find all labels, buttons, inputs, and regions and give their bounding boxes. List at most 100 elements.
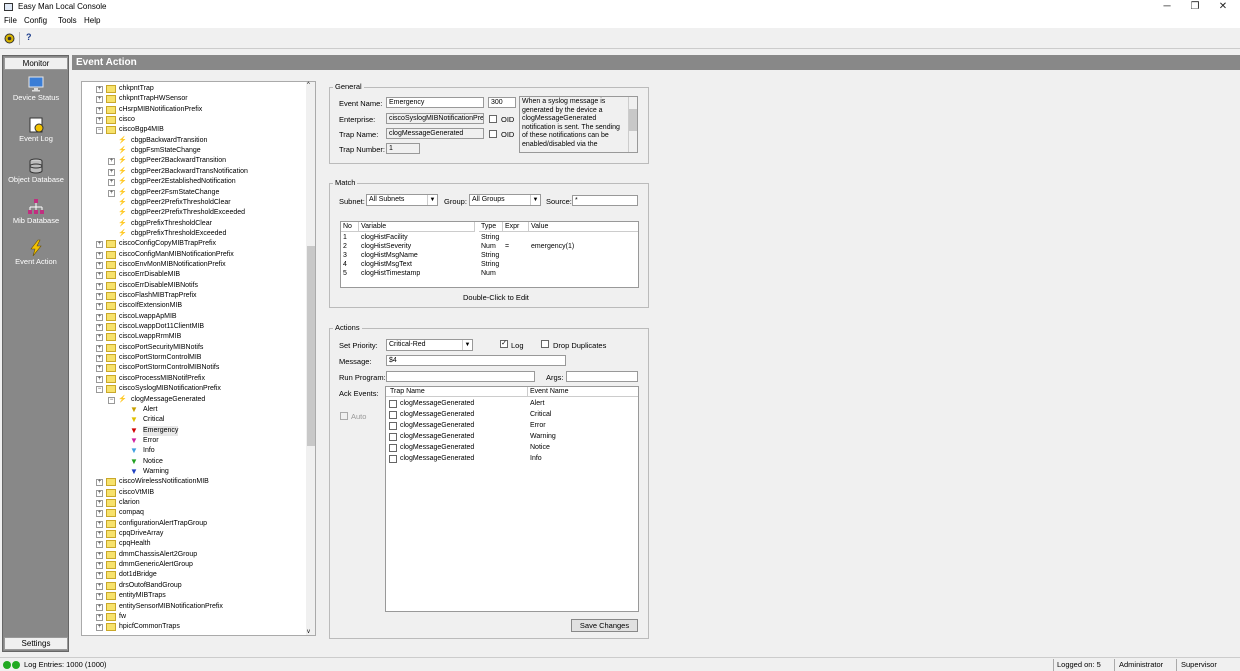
table-cell[interactable]: clogMessageGenerated: [398, 432, 528, 441]
maximize-button[interactable]: ❐: [1180, 0, 1210, 14]
tree-node[interactable]: ▼ Warning: [82, 467, 307, 477]
tree-node[interactable]: − ⚡ clogMessageGenerated: [82, 395, 307, 405]
table-cell[interactable]: Critical: [528, 410, 638, 419]
close-button[interactable]: ✕: [1208, 0, 1238, 14]
help-icon[interactable]: ?: [26, 32, 32, 42]
tree-node[interactable]: + chkpntTrapHWSensor: [82, 94, 307, 104]
tree-expander-icon[interactable]: +: [108, 168, 115, 176]
save-changes-button[interactable]: Save Changes: [571, 619, 638, 632]
event-name-field[interactable]: Emergency: [386, 97, 484, 108]
log-checkbox[interactable]: ✓: [500, 340, 508, 348]
table-cell[interactable]: String: [479, 251, 503, 260]
minimize-button[interactable]: ─: [1152, 0, 1182, 14]
tree-node[interactable]: + ciscoLwappRrmMIB: [82, 332, 307, 342]
tree-node[interactable]: ⚡ cbgpBackwardTransition: [82, 136, 307, 146]
table-cell[interactable]: 3: [341, 251, 359, 260]
tree-expander-icon[interactable]: +: [96, 624, 103, 632]
tree-expander-icon[interactable]: +: [96, 313, 103, 321]
menu-help[interactable]: Help: [84, 16, 100, 25]
table-cell[interactable]: Num: [479, 242, 503, 251]
tree-node[interactable]: + dmmChassisAlert2Group: [82, 550, 307, 560]
table-cell[interactable]: [529, 233, 638, 242]
table-cell[interactable]: =: [503, 242, 529, 251]
auto-checkbox[interactable]: [340, 412, 348, 420]
match-variable-table[interactable]: No Variable Type Expr Value 1 clogHistFacility…: [340, 221, 639, 288]
tree-node[interactable]: + ciscoPortStormControlMIBNotifs: [82, 363, 307, 373]
table-cell[interactable]: [503, 233, 529, 242]
ack-event-checkbox[interactable]: [389, 433, 397, 441]
table-header[interactable]: Trap Name: [386, 387, 528, 397]
tree-node[interactable]: + cpqHealth: [82, 539, 307, 549]
tree-expander-icon[interactable]: +: [96, 541, 103, 549]
tree-expander-icon[interactable]: −: [108, 396, 115, 404]
table-cell[interactable]: clogHistTimestamp: [359, 269, 475, 278]
tree-expander-icon[interactable]: +: [96, 365, 103, 373]
tree-expander-icon[interactable]: +: [96, 355, 103, 363]
nav-item-event-action[interactable]: Event Action: [3, 239, 69, 266]
tree-expander-icon[interactable]: +: [96, 375, 103, 383]
message-field[interactable]: $4: [386, 355, 566, 366]
event-id-field[interactable]: 300: [488, 97, 516, 108]
tree-node[interactable]: + compaq: [82, 508, 307, 518]
tree-expander-icon[interactable]: +: [96, 613, 103, 621]
tree-node[interactable]: ▼ Notice: [82, 457, 307, 467]
table-cell[interactable]: 1: [341, 233, 359, 242]
nav-item-device-status[interactable]: Device Status: [3, 75, 69, 102]
tree-expander-icon[interactable]: +: [96, 324, 103, 332]
tree-node[interactable]: + ciscoFlashMIBTrapPrefix: [82, 291, 307, 301]
tree-node[interactable]: + ⚡ cbgpPeer2FsmStateChange: [82, 188, 307, 198]
tree-expander-icon[interactable]: +: [96, 551, 103, 559]
tree-node[interactable]: + ciscoLwappDot11ClientMIB: [82, 322, 307, 332]
table-cell[interactable]: clogMessageGenerated: [398, 410, 528, 419]
tree-node[interactable]: + clarion: [82, 498, 307, 508]
tree-expander-icon[interactable]: +: [96, 261, 103, 269]
table-cell[interactable]: 4: [341, 260, 359, 269]
table-cell[interactable]: clogMessageGenerated: [398, 454, 528, 463]
tree-node[interactable]: + ⚡ cbgpPeer2BackwardTransition: [82, 156, 307, 166]
trap-name-field[interactable]: clogMessageGenerated: [386, 128, 484, 139]
tree-node[interactable]: + ciscoWirelessNotificationMIB: [82, 477, 307, 487]
table-cell[interactable]: emergency(1): [529, 242, 638, 251]
tree-node[interactable]: + ciscoPortSecurityMIBNotifs: [82, 343, 307, 353]
table-cell[interactable]: Error: [528, 421, 638, 430]
tree-expander-icon[interactable]: +: [96, 251, 103, 259]
tree-expander-icon[interactable]: +: [108, 158, 115, 166]
tree-node[interactable]: + entitySensorMIBNotificationPrefix: [82, 602, 307, 612]
tree-node[interactable]: + drsOutofBandGroup: [82, 581, 307, 591]
tree-expander-icon[interactable]: +: [96, 106, 103, 114]
description-scrollbar[interactable]: [628, 97, 637, 152]
description-scroll-thumb[interactable]: [629, 109, 637, 131]
nav-header-monitor[interactable]: Monitor: [4, 57, 68, 70]
table-cell[interactable]: clogMessageGenerated: [398, 399, 528, 408]
tree-node[interactable]: + ciscoEnvMonMIBNotificationPrefix: [82, 260, 307, 270]
subnet-select[interactable]: All Subnets ▼: [366, 194, 438, 206]
tree-expander-icon[interactable]: +: [96, 500, 103, 507]
table-cell[interactable]: String: [479, 233, 503, 242]
nav-item-mib-database[interactable]: Mib Database: [3, 198, 69, 225]
source-field[interactable]: *: [572, 195, 638, 206]
tree-expander-icon[interactable]: +: [108, 189, 115, 197]
run-program-field[interactable]: [386, 371, 535, 382]
tree-node[interactable]: + ciscoConfigCopyMIBTrapPrefix: [82, 239, 307, 249]
scroll-down-arrow-icon[interactable]: v: [307, 629, 310, 635]
tree-node[interactable]: + ciscoLwappApMIB: [82, 312, 307, 322]
tree-expander-icon[interactable]: +: [96, 510, 103, 518]
tree-node[interactable]: ▼ Critical: [82, 415, 307, 425]
tree-node[interactable]: ⚡ cbgpPeer2PrefixThresholdExceeded: [82, 208, 307, 218]
enterprise-field[interactable]: ciscoSyslogMIBNotificationPref: [386, 113, 484, 124]
tree-node[interactable]: + hpicfCommonTraps: [82, 622, 307, 632]
table-cell[interactable]: 5: [341, 269, 359, 278]
table-header[interactable]: Value: [529, 222, 638, 232]
tree-expander-icon[interactable]: +: [96, 572, 103, 580]
tree-node[interactable]: + chkpntTrap: [82, 84, 307, 94]
table-cell[interactable]: Notice: [528, 443, 638, 452]
tree-expander-icon[interactable]: +: [96, 282, 103, 290]
ack-event-checkbox[interactable]: [389, 422, 397, 430]
table-header[interactable]: No: [341, 222, 359, 232]
table-cell[interactable]: clogHistMsgName: [359, 251, 475, 260]
tree-expander-icon[interactable]: +: [96, 520, 103, 528]
table-cell[interactable]: String: [479, 260, 503, 269]
table-cell[interactable]: Num: [479, 269, 503, 278]
table-cell[interactable]: [529, 251, 638, 260]
tree-node[interactable]: ▼ Error: [82, 436, 307, 446]
